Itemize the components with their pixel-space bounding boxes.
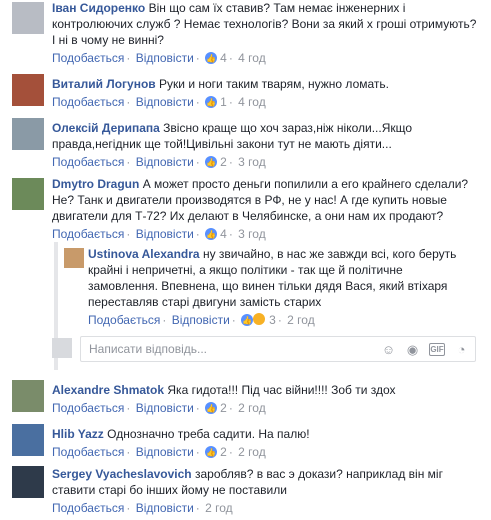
avatar[interactable]	[64, 248, 84, 268]
reply-button[interactable]: Відповісти	[136, 227, 194, 241]
timestamp[interactable]: 4 год	[238, 95, 266, 109]
comment-actions: Подобається· Відповісти· 4· 3 год	[52, 226, 480, 243]
input-tools: ☺ ◉ GIF ◔	[381, 342, 469, 357]
comment-author[interactable]: Ustinova Alexandra	[88, 247, 200, 261]
comment-author[interactable]: Dmytro Dragun	[52, 177, 139, 191]
avatar[interactable]	[12, 178, 44, 210]
comment-author[interactable]: Alexandre Shmatok	[52, 383, 164, 397]
like-button[interactable]: Подобається	[52, 445, 124, 459]
like-button[interactable]: Подобається	[52, 155, 124, 169]
like-reaction-icon[interactable]	[205, 155, 218, 171]
reaction-count[interactable]: 4	[220, 51, 227, 65]
reaction-count[interactable]: 2	[220, 155, 227, 169]
comment-text: Яка гидота!!! Під час війни!!!! Зоб ти з…	[167, 383, 396, 397]
timestamp[interactable]: 2 год	[205, 501, 233, 515]
comment-actions: Подобається· Відповісти· 2· 3 год	[52, 154, 480, 171]
reply-button[interactable]: Відповісти	[136, 501, 194, 515]
comment-actions: Подобається· Відповісти· 1· 4 год	[52, 94, 480, 111]
comment-text: Однозначно треба садити. На палю!	[107, 427, 310, 441]
avatar[interactable]	[12, 424, 44, 456]
comment-actions: Подобається· Відповісти· 3· 2 год	[88, 312, 472, 329]
reaction-count[interactable]: 4	[220, 227, 227, 241]
sticker-icon[interactable]: ◔	[454, 342, 469, 357]
avatar[interactable]	[12, 74, 44, 106]
like-reaction-icon[interactable]	[205, 227, 218, 243]
like-reaction-icon[interactable]	[205, 51, 218, 67]
comment-actions: Подобається · Відповісти · 2 год	[52, 501, 233, 515]
timestamp[interactable]: 2 год	[238, 401, 266, 415]
avatar[interactable]	[12, 380, 44, 412]
camera-icon[interactable]: ◉	[405, 342, 420, 357]
reply-button[interactable]: Відповісти	[136, 95, 194, 109]
like-button[interactable]: Подобається	[52, 227, 124, 241]
timestamp[interactable]: 3 год	[238, 227, 266, 241]
reaction-count[interactable]: 2	[220, 401, 227, 415]
reply-button[interactable]: Відповісти	[136, 401, 194, 415]
comment-author[interactable]: Олексій Дерипапа	[52, 121, 160, 135]
like-button[interactable]: Подобається	[88, 313, 160, 327]
emoji-icon[interactable]: ☺	[381, 342, 396, 357]
reaction-count[interactable]: 1	[220, 95, 227, 109]
timestamp[interactable]: 2 год	[287, 313, 315, 327]
timestamp[interactable]: 4 год	[238, 51, 266, 65]
timestamp[interactable]: 2 год	[238, 445, 266, 459]
timestamp[interactable]: 3 год	[238, 155, 266, 169]
comment-actions: Подобається· Відповісти· 2· 2 год	[52, 400, 480, 417]
reply-input-row: ☺ ◉ GIF ◔	[52, 334, 480, 366]
gif-icon[interactable]: GIF	[429, 343, 445, 356]
comment-author[interactable]: Hlib Yazz	[52, 427, 104, 441]
comment-author[interactable]: Іван Сидоренко	[52, 1, 145, 15]
haha-reaction-icon[interactable]	[252, 312, 267, 326]
like-button[interactable]: Подобається	[52, 95, 124, 109]
reaction-count[interactable]: 3	[269, 313, 276, 327]
avatar[interactable]	[12, 466, 44, 498]
like-button[interactable]: Подобається	[52, 51, 124, 65]
reply-button[interactable]: Відповісти	[136, 445, 194, 459]
reply-box[interactable]: ☺ ◉ GIF ◔	[80, 336, 476, 362]
reply-button[interactable]: Відповісти	[136, 155, 194, 169]
comment-actions: Подобається· Відповісти· 2· 2 год	[52, 444, 480, 461]
avatar	[52, 338, 72, 358]
reply-button[interactable]: Відповісти	[172, 313, 230, 327]
comment-actions: Подобається· Відповісти· 4· 4 год	[52, 50, 480, 67]
reply-input[interactable]	[87, 341, 371, 357]
like-reaction-icon[interactable]	[205, 401, 218, 417]
like-reaction-icon[interactable]	[205, 95, 218, 111]
like-button[interactable]: Подобається	[52, 501, 124, 515]
like-reaction-icon[interactable]	[205, 445, 218, 461]
comment-author[interactable]: Виталий Логунов	[52, 77, 156, 91]
like-button[interactable]: Подобається	[52, 401, 124, 415]
like-reaction-icon[interactable]	[241, 313, 254, 329]
reply-button[interactable]: Відповісти	[136, 51, 194, 65]
comment-author[interactable]: Sergey Vyacheslavovich	[52, 467, 192, 481]
avatar[interactable]	[12, 2, 44, 34]
avatar[interactable]	[12, 118, 44, 150]
reaction-count[interactable]: 2	[220, 445, 227, 459]
comment-text: Руки и ноги таким тварям, нужно ломать.	[159, 77, 389, 91]
